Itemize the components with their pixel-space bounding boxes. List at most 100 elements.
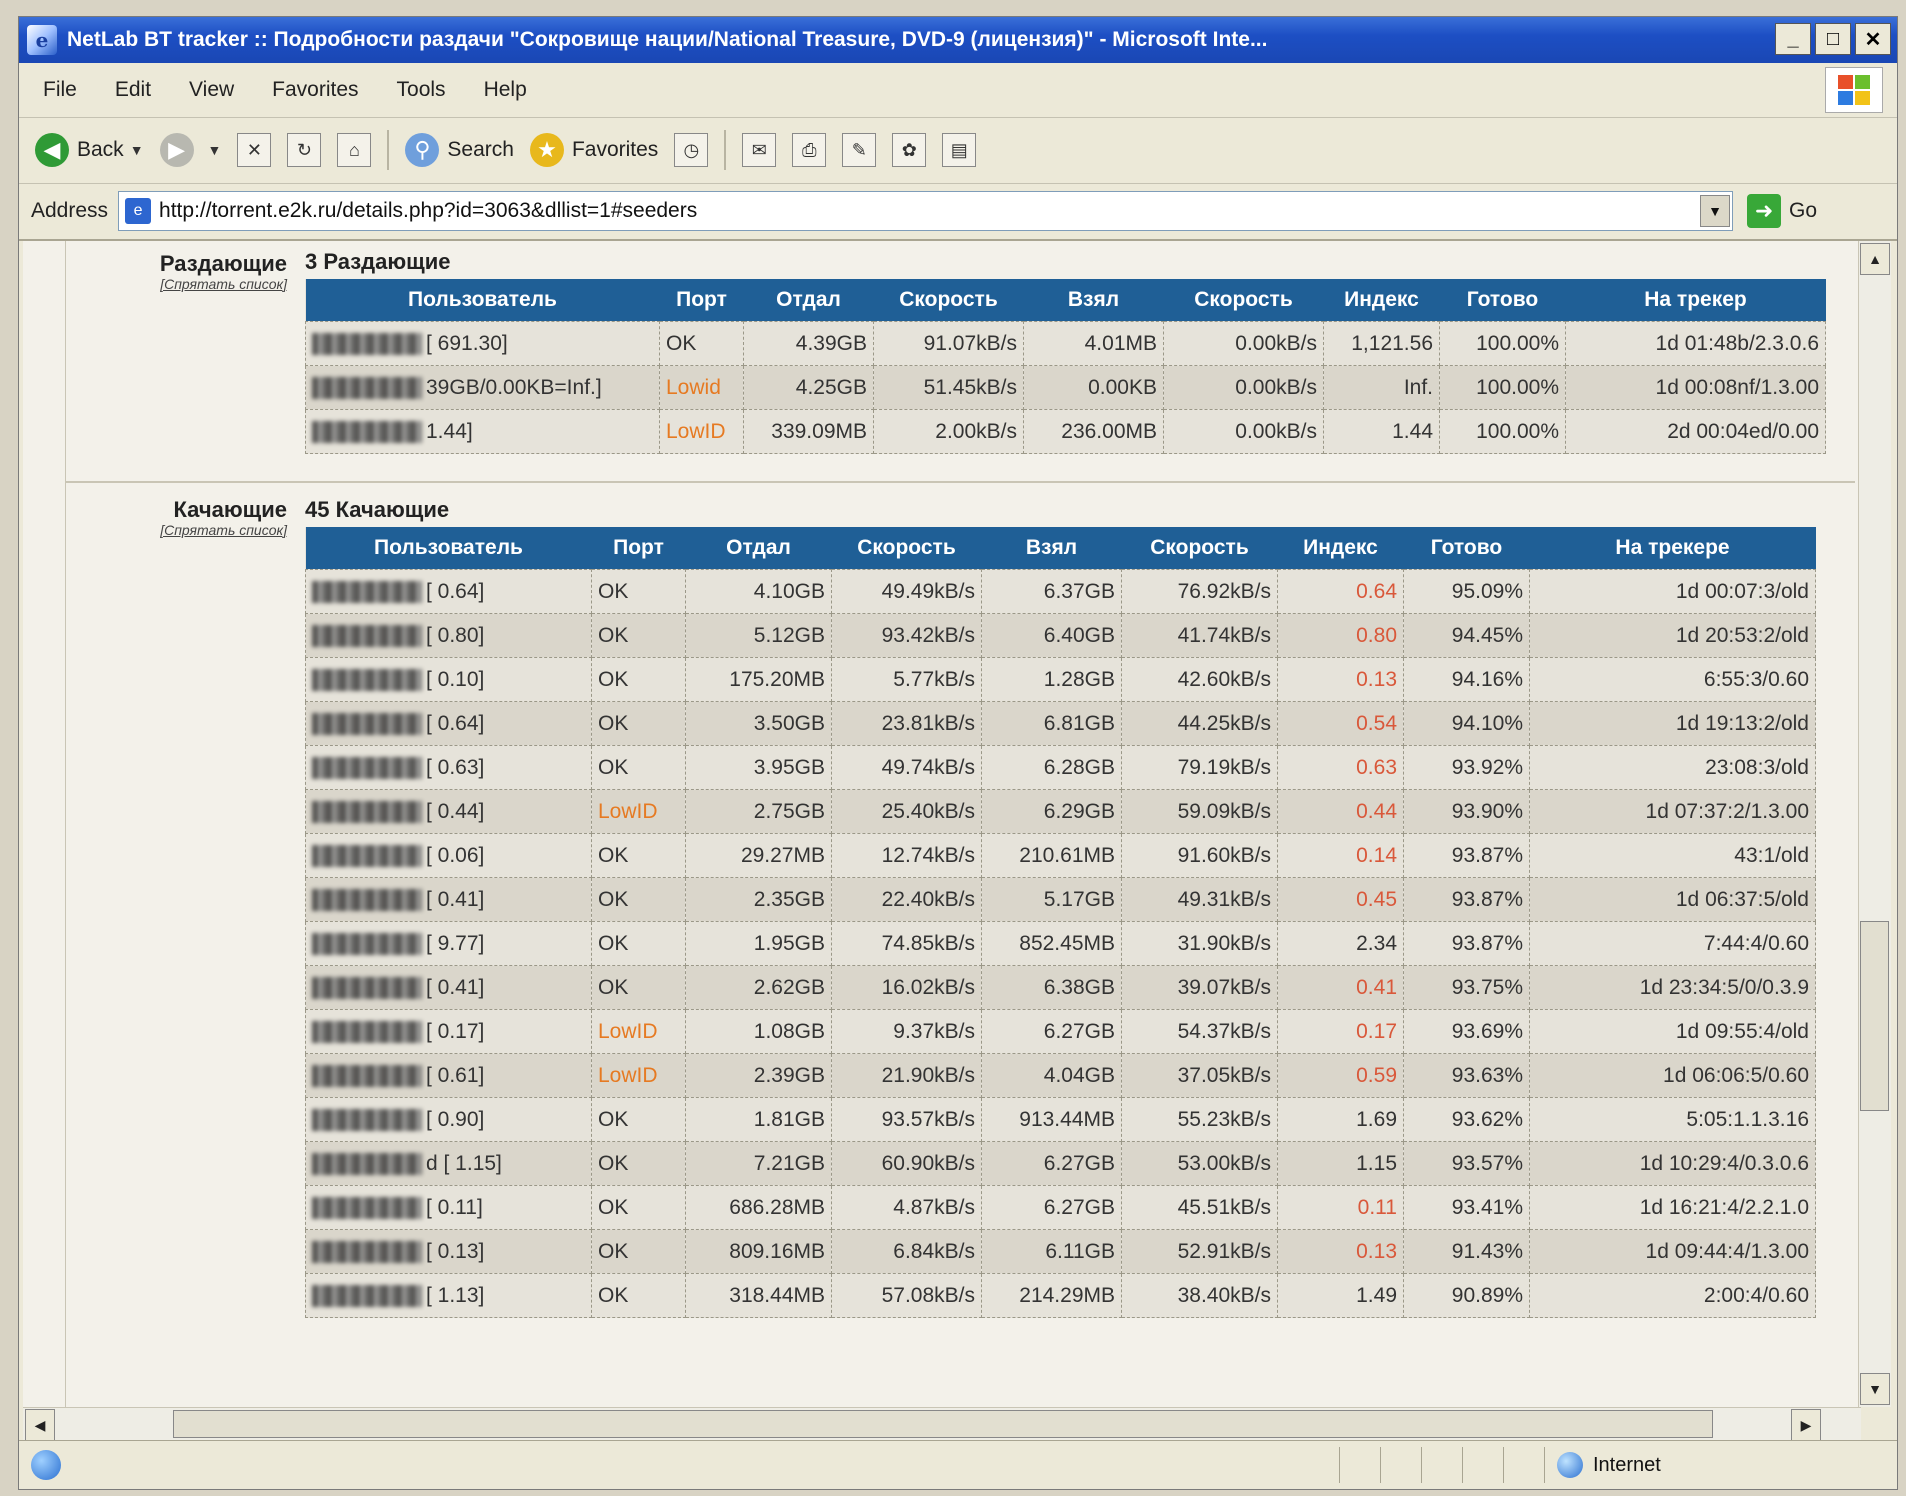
col-on-tracker[interactable]: На трекере (1529, 527, 1816, 570)
cell-user[interactable]: [ 0.44] (305, 789, 592, 834)
col-up-speed[interactable]: Скорость (831, 527, 982, 570)
value-done: 95.09% (1451, 579, 1523, 603)
col-downloaded[interactable]: Взял (981, 527, 1122, 570)
cell-down: 6.40GB (981, 613, 1122, 658)
cell-user[interactable]: d [ 1.15] (305, 1141, 592, 1186)
col-port[interactable]: Порт (591, 527, 686, 570)
value-down: 6.11GB (1045, 1239, 1115, 1263)
address-input[interactable]: e http://torrent.e2k.ru/details.php?id=3… (118, 191, 1734, 231)
col-uploaded[interactable]: Отдал (685, 527, 832, 570)
menu-view[interactable]: View (189, 78, 234, 102)
cell-user[interactable]: [ 0.10] (305, 657, 592, 702)
col-downloaded[interactable]: Взял (1023, 279, 1164, 322)
cell-user[interactable]: [ 0.17] (305, 1009, 592, 1054)
table-row: [ 0.10] OK 175.20MB 5.77kB/s 1.28GB 42.60kB/s… (305, 657, 1816, 702)
col-user[interactable]: Пользователь (305, 527, 592, 570)
horizontal-scrollbar[interactable]: ◀ ▶ (23, 1407, 1861, 1442)
menu-edit[interactable]: Edit (115, 78, 151, 102)
cell-user[interactable]: [ 0.90] (305, 1097, 592, 1142)
mail-icon[interactable]: ✉ (742, 133, 777, 167)
edit-icon[interactable]: ✎ (842, 133, 877, 167)
cell-up: 339.09MB (743, 409, 874, 454)
col-up-speed[interactable]: Скорость (873, 279, 1024, 322)
value-ups: 21.90kB/s (881, 1063, 975, 1087)
cell-user[interactable]: [ 691.30] (305, 321, 660, 366)
cell-user[interactable]: [ 0.63] (305, 745, 592, 790)
value-down: 6.81GB (1043, 711, 1115, 735)
col-ratio[interactable]: Индекс (1323, 279, 1440, 322)
forward-arrow-icon: ▶ (159, 133, 194, 167)
cell-user[interactable]: [ 0.06] (305, 833, 592, 878)
cell-time: 2:00:4/0.60 (1529, 1273, 1816, 1318)
value-ups: 60.90kB/s (881, 1151, 975, 1175)
scroll-down-icon[interactable]: ▼ (1860, 1373, 1890, 1405)
menu-tools[interactable]: Tools (397, 78, 446, 102)
scroll-left-icon[interactable]: ◀ (25, 1409, 55, 1441)
col-user[interactable]: Пользователь (305, 279, 660, 322)
chevron-down-icon[interactable]: ▼ (208, 142, 222, 158)
scroll-right-icon[interactable]: ▶ (1791, 1409, 1821, 1441)
value-port: OK (598, 1107, 629, 1131)
col-done[interactable]: Готово (1403, 527, 1530, 570)
close-button[interactable]: ✕ (1855, 23, 1891, 55)
horizontal-scroll-thumb[interactable] (173, 1410, 1713, 1438)
search-button[interactable]: ⚲ Search (405, 133, 514, 167)
cell-port: OK (591, 1141, 686, 1186)
cell-user[interactable]: [ 0.64] (305, 569, 592, 614)
vertical-scroll-thumb[interactable] (1860, 921, 1889, 1111)
menu-file[interactable]: File (43, 78, 77, 102)
value-port: LowID (598, 1019, 658, 1043)
cell-user[interactable]: 1.44] (305, 409, 660, 454)
address-url[interactable]: http://torrent.e2k.ru/details.php?id=306… (159, 199, 697, 223)
menu-help[interactable]: Help (484, 78, 527, 102)
home-icon[interactable]: ⌂ (337, 133, 372, 167)
stop-icon[interactable]: ✕ (237, 133, 272, 167)
window-title: NetLab BT tracker :: Подробности раздачи… (67, 28, 1268, 51)
menu-favorites[interactable]: Favorites (272, 78, 358, 102)
cell-user[interactable]: [ 0.80] (305, 613, 592, 658)
value-downs: 31.90kB/s (1177, 931, 1271, 955)
cell-user[interactable]: [ 9.77] (305, 921, 592, 966)
cell-downs: 0.00kB/s (1163, 365, 1324, 410)
forward-button[interactable]: ▶ ▼ (159, 133, 222, 167)
back-button[interactable]: ◀ Back ▼ (35, 133, 144, 167)
cell-user[interactable]: [ 0.13] (305, 1229, 592, 1274)
cell-user[interactable]: [ 0.11] (305, 1185, 592, 1230)
cell-ratio: 0.44 (1277, 789, 1404, 834)
cell-port: OK (591, 877, 686, 922)
chevron-down-icon[interactable]: ▼ (130, 142, 144, 158)
cell-down: 6.38GB (981, 965, 1122, 1010)
research-icon[interactable]: ▤ (942, 133, 977, 167)
vertical-scrollbar[interactable]: ▲ ▼ (1858, 241, 1891, 1407)
go-button[interactable]: ➜ Go (1747, 194, 1817, 228)
chevron-down-icon[interactable]: ▼ (1700, 195, 1731, 227)
cell-downs: 54.37kB/s (1121, 1009, 1278, 1054)
cell-user[interactable]: 39GB/0.00KB=Inf.] (305, 365, 660, 410)
cell-user[interactable]: [ 0.64] (305, 701, 592, 746)
maximize-button[interactable]: □ (1815, 23, 1851, 55)
cell-ratio: 0.17 (1277, 1009, 1404, 1054)
col-on-tracker[interactable]: На трекер (1565, 279, 1826, 322)
col-ratio[interactable]: Индекс (1277, 527, 1404, 570)
minimize-button[interactable]: _ (1775, 23, 1811, 55)
scroll-up-icon[interactable]: ▲ (1860, 243, 1890, 275)
history-icon[interactable]: ◷ (674, 133, 709, 167)
print-icon[interactable]: ⎙ (792, 133, 827, 167)
favorites-button[interactable]: ★ Favorites (529, 133, 658, 167)
cell-up: 2.39GB (685, 1053, 832, 1098)
hide-leechers-link[interactable]: [Спрятать список] (77, 523, 287, 538)
cell-user[interactable]: [ 1.13] (305, 1273, 592, 1318)
cell-down: 6.81GB (981, 701, 1122, 746)
cell-user[interactable]: [ 0.61] (305, 1053, 592, 1098)
messenger-icon[interactable]: ✿ (892, 133, 927, 167)
value-ups: 25.40kB/s (881, 799, 975, 823)
col-down-speed[interactable]: Скорость (1121, 527, 1278, 570)
hide-seeders-link[interactable]: [Спрятать список] (77, 277, 287, 292)
col-done[interactable]: Готово (1439, 279, 1566, 322)
refresh-icon[interactable]: ↻ (287, 133, 322, 167)
col-port[interactable]: Порт (659, 279, 744, 322)
cell-user[interactable]: [ 0.41] (305, 877, 592, 922)
cell-user[interactable]: [ 0.41] (305, 965, 592, 1010)
col-uploaded[interactable]: Отдал (743, 279, 874, 322)
col-down-speed[interactable]: Скорость (1163, 279, 1324, 322)
